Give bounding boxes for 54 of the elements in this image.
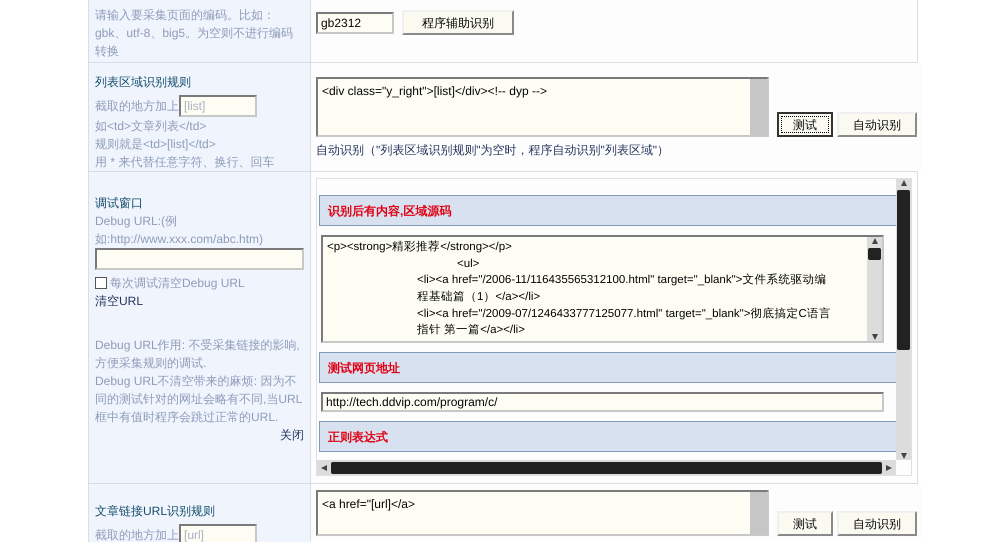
section-header: 正则表达式 xyxy=(319,421,896,452)
textarea-text: <div class="y_right">[list]</div><!-- dyp --> xyxy=(321,83,548,100)
hint-text: 截取的地方加上 xyxy=(95,98,179,115)
tag-field[interactable]: [list] xyxy=(179,95,257,117)
auto-detect-link[interactable]: 自动识别 xyxy=(316,143,364,157)
clear-url-link[interactable]: 清空URL xyxy=(95,292,144,310)
code-line: <li><a href="/2006-11/116435565312100.html" target="_blank">文件系统驱动编程基础篇（1）</a></li> xyxy=(416,272,828,306)
scroll-down-icon[interactable] xyxy=(900,452,908,460)
scroll-thumb[interactable] xyxy=(897,190,910,350)
scrollbar[interactable] xyxy=(750,492,767,534)
scrollbar[interactable] xyxy=(317,460,896,475)
checkbox-label: 每次调试清空Debug URL xyxy=(110,275,245,292)
code-line: <p><strong>精彩推荐</strong></p> xyxy=(327,240,513,255)
hint-text: 规则就是<td>[list]</td> xyxy=(95,136,217,153)
test-button[interactable]: 测试 xyxy=(777,112,833,137)
encoding-hint: 请输入要采集页面的编码。比如：gbk、utf-8、big5。为空则不进行编码转换 xyxy=(95,7,294,60)
section-header: 测试网页地址 xyxy=(319,352,896,384)
scroll-down-icon[interactable] xyxy=(870,333,878,342)
close-link[interactable]: 关闭 xyxy=(280,428,304,442)
note-text: Debug URL作用: 不受采集链接的影响,方便采集规则的调试. xyxy=(95,337,301,372)
note-text: Debug URL不清空带来的麻烦: 因为不同的测试针对的网址会略有不同,当URL框中有值时程序会跳过正常的URL. xyxy=(95,373,304,426)
tag-field[interactable]: [url] xyxy=(179,524,257,542)
encoding-input[interactable]: gb2312 xyxy=(316,12,394,34)
scrollbar[interactable] xyxy=(867,237,882,342)
scroll-thumb[interactable] xyxy=(868,248,881,260)
source-code-box[interactable] xyxy=(321,235,884,344)
code-line: <ul> xyxy=(456,256,480,272)
note-text: （"列表区域识别规则"为空时，程序自动识别"列表区域"） xyxy=(364,143,670,157)
scroll-right-icon[interactable] xyxy=(885,464,893,472)
hint-text: 用 * 来代替任意字符、换行、回车 xyxy=(95,154,276,171)
rule-textarea[interactable]: <a href="[url]</a> xyxy=(316,490,769,536)
debug-title: 调试窗口 xyxy=(95,195,144,212)
rule-title: 列表区域识别规则 xyxy=(95,74,192,91)
debug-url-field[interactable] xyxy=(95,248,304,270)
scroll-up-icon[interactable] xyxy=(870,237,878,245)
scroll-left-icon[interactable] xyxy=(320,464,328,472)
page-url-field[interactable]: http://tech.ddvip.com/program/c/ xyxy=(321,392,884,412)
hint-text: 如<td>文章列表</td> xyxy=(95,118,208,135)
section-header: 识别后有内容,区域源码 xyxy=(319,195,896,226)
auto-detect-button[interactable]: 自动识别 xyxy=(837,511,917,536)
hint-text: 截取的地方加上 xyxy=(95,527,179,542)
scroll-up-icon[interactable] xyxy=(900,179,908,187)
textarea-text: <a href="[url]</a> xyxy=(321,496,416,513)
scrollbar[interactable] xyxy=(750,79,767,135)
rule-textarea[interactable]: <div class="y_right">[list]</div><!-- dyp --> xyxy=(316,77,769,137)
checkbox[interactable] xyxy=(95,277,107,289)
scroll-thumb[interactable] xyxy=(331,462,882,474)
rule-title: 文章链接URL识别规则 xyxy=(95,503,216,520)
scrollbar[interactable] xyxy=(896,179,911,460)
test-button[interactable]: 测试 xyxy=(777,511,833,536)
detect-button[interactable]: 程序辅助识别 xyxy=(402,10,514,35)
auto-detect-button[interactable]: 自动识别 xyxy=(837,112,917,137)
code-line: <li><a href="/2009-07/1246433777125077.html" target="_blank">彻底搞定C语言指针 第一篇</a></li> xyxy=(416,306,832,338)
debug-url-label: Debug URL:(例如:http://www.xxx.com/abc.htm) xyxy=(95,213,264,248)
